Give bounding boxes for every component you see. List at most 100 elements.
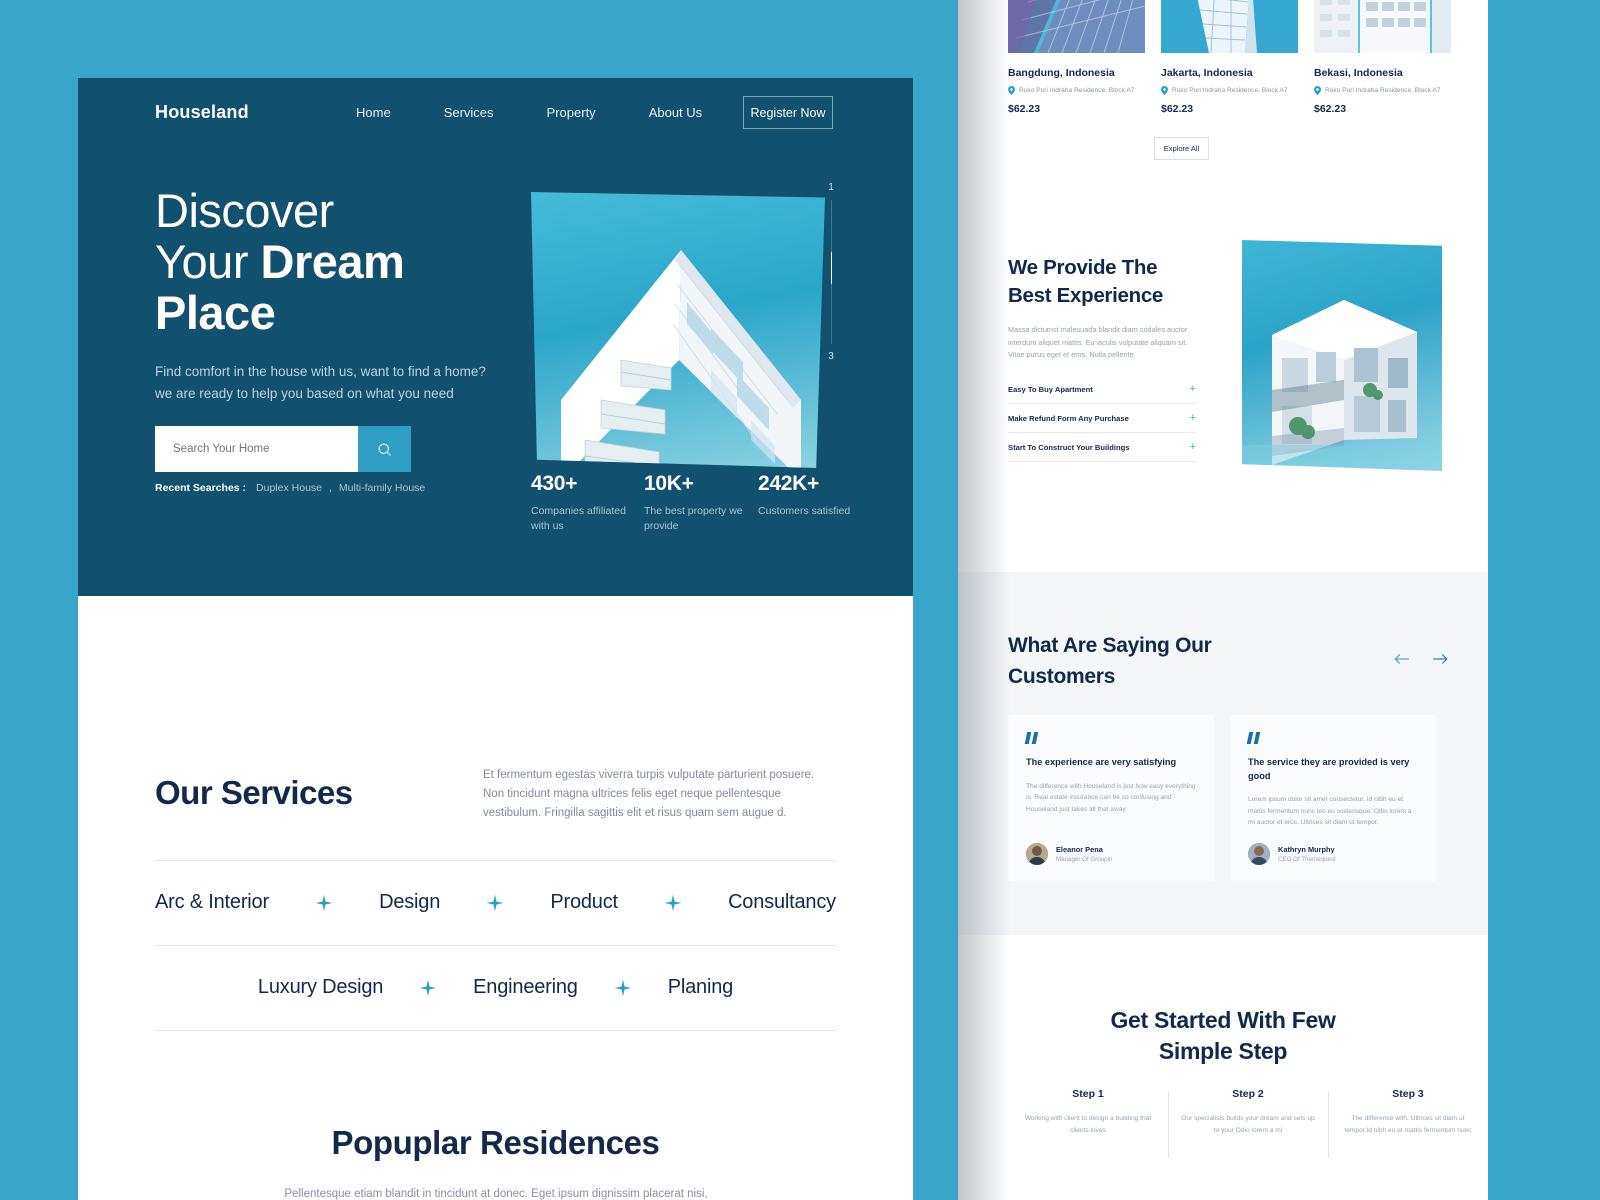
sparkle-icon	[664, 894, 682, 911]
slider-track[interactable]	[830, 200, 832, 344]
nav-link-property[interactable]: Property	[547, 105, 596, 120]
service-item-design[interactable]: Design	[379, 891, 440, 914]
hero-search-bar	[155, 426, 411, 472]
stat-label: The best property we provide	[644, 505, 743, 532]
testimonial-card: The service they are provided is very go…	[1230, 715, 1436, 881]
hero-title-line-2-light: Your	[155, 235, 261, 288]
arrow-left-icon[interactable]	[1393, 650, 1411, 668]
sparkle-icon	[315, 894, 333, 911]
hero-subtitle: Find comfort in the house with us, want …	[155, 364, 486, 401]
property-thumbnail	[1008, 0, 1145, 53]
hero-title-line-3: Place	[155, 286, 276, 339]
stat-item: 242K+ Customers satisfied	[758, 472, 871, 534]
nav-link-home[interactable]: Home	[356, 105, 391, 120]
plus-icon[interactable]: +	[1190, 383, 1196, 395]
property-card[interactable]: Bekasi, Indonesia Ruko Puri Indraha Resi…	[1314, 0, 1451, 115]
site-logo[interactable]: Houseland	[155, 102, 249, 123]
plus-icon[interactable]: +	[1190, 441, 1196, 453]
slider-total-count: 3	[828, 351, 834, 362]
recent-search-item-2[interactable]: Multi-family House	[339, 482, 425, 494]
location-pin-icon	[1314, 86, 1321, 95]
service-item-product[interactable]: Product	[550, 891, 618, 914]
recent-search-item-1[interactable]: Duplex House	[256, 482, 322, 494]
arrow-right-icon[interactable]	[1431, 650, 1449, 668]
step-item: Step 1 Working with client to design a b…	[1008, 1088, 1168, 1136]
step-description: Our specialists builds your dream and se…	[1181, 1115, 1315, 1134]
property-price: $62.23	[1161, 103, 1194, 115]
testimonials-carousel-controls	[1393, 650, 1449, 668]
quote-icon	[1246, 732, 1418, 744]
services-description: Et fermentum egestas viverra turpis vulp…	[483, 769, 815, 819]
service-item-consultancy[interactable]: Consultancy	[728, 891, 836, 914]
testimonials-title: What Are Saying Our Customers	[1008, 630, 1278, 692]
stat-value: 10K+	[644, 472, 694, 495]
plus-icon[interactable]: +	[1190, 412, 1196, 424]
service-item-luxury-design[interactable]: Luxury Design	[258, 976, 383, 999]
experience-building-image	[1242, 240, 1442, 471]
nav-link-about-us[interactable]: About Us	[649, 105, 702, 120]
property-cards-grid: Bangdung, Indonesia Ruko Puri Indraha Re…	[1008, 0, 1488, 115]
slider-current-index: 1	[828, 182, 834, 193]
property-address-row: Ruko Puri Indraha Residence, Block A7	[1161, 86, 1298, 95]
services-title: Our Services	[155, 774, 353, 811]
author-name: Kathryn Murphy	[1278, 845, 1335, 854]
property-price: $62.23	[1314, 103, 1347, 115]
get-started-steps: Step 1 Working with client to design a b…	[1008, 1088, 1488, 1158]
search-input[interactable]	[155, 426, 358, 472]
register-now-button[interactable]: Register Now	[743, 96, 833, 129]
step-description: The difference with. Ultrices sit diam u…	[1344, 1115, 1472, 1134]
location-pin-icon	[1161, 86, 1168, 95]
avatar-image	[1248, 843, 1270, 865]
page-canvas: Houseland Home Services Property About U…	[0, 0, 1600, 1200]
accordion-item-start-construct[interactable]: Start To Construct Your Buildings +	[1008, 433, 1196, 462]
testimonial-body: Lorem ipsum dolor sit amet consectetur. …	[1248, 796, 1412, 826]
search-icon	[378, 443, 391, 456]
author-role: Manager Of Groupin	[1056, 856, 1113, 863]
testimonial-card: The experience are very satisfying The d…	[1008, 715, 1214, 881]
service-item-engineering[interactable]: Engineering	[473, 976, 578, 999]
hero-title: Discover Your Dream Place	[155, 185, 405, 339]
author-role: CEO Of Themequest	[1278, 856, 1336, 863]
stat-value: 430+	[531, 472, 578, 495]
service-item-arc-interior[interactable]: Arc & Interior	[155, 891, 269, 914]
property-card[interactable]: Bangdung, Indonesia Ruko Puri Indraha Re…	[1008, 0, 1145, 115]
property-city: Jakarta, Indonesia	[1161, 67, 1253, 79]
right-page-panel: Bangdung, Indonesia Ruko Puri Indraha Re…	[958, 0, 1488, 1200]
popular-residences-description: Pellentesque etiam blandit in tincidunt …	[284, 1188, 708, 1200]
get-started-title-line-2: Simple Step	[1158, 1038, 1288, 1064]
property-city: Bangdung, Indonesia	[1008, 67, 1115, 79]
step-name: Step 2	[1232, 1088, 1264, 1100]
avatar	[1248, 843, 1270, 865]
quote-icon	[1024, 732, 1196, 744]
building-photo-3	[1314, 0, 1451, 53]
accordion-item-easy-to-buy[interactable]: Easy To Buy Apartment +	[1008, 375, 1196, 404]
testimonial-heading: The experience are very satisfying	[1026, 757, 1177, 767]
skyscraper-photo-1	[1008, 0, 1145, 53]
get-started-title-line-1: Get Started With Few	[1110, 1007, 1336, 1033]
service-item-planing[interactable]: Planing	[668, 976, 734, 999]
testimonial-heading: The service they are provided is very go…	[1248, 757, 1410, 781]
property-address: Ruko Puri Indraha Residence, Block A7	[1325, 87, 1441, 94]
property-address-row: Ruko Puri Indraha Residence, Block A7	[1314, 86, 1451, 95]
explore-all-button[interactable]: Explore All	[1154, 137, 1209, 160]
sparkle-icon	[419, 979, 437, 996]
left-page-panel: Houseland Home Services Property About U…	[78, 78, 913, 1200]
recent-searches-label: Recent Searches :	[155, 482, 247, 494]
property-card[interactable]: Jakarta, Indonesia Ruko Puri Indraha Res…	[1161, 0, 1298, 115]
testimonial-author-info: Kathryn Murphy CEO Of Themequest	[1278, 845, 1336, 863]
accordion-item-make-refund[interactable]: Make Refund Form Any Purchase +	[1008, 404, 1196, 433]
avatar	[1026, 843, 1048, 865]
location-pin-icon	[1008, 86, 1015, 95]
hero-title-line-2-bold: Dream	[260, 235, 405, 288]
testimonial-author: Kathryn Murphy CEO Of Themequest	[1248, 843, 1336, 865]
modern-apartment-illustration	[561, 250, 801, 468]
accordion-label: Easy To Buy Apartment	[1008, 384, 1093, 394]
hero-slider-indicator[interactable]: 1 3	[824, 182, 838, 362]
services-row-2: Luxury Design Engineering Planing	[155, 945, 836, 1030]
nav-link-services[interactable]: Services	[444, 105, 494, 120]
search-button[interactable]	[358, 426, 411, 472]
testimonial-cards: The experience are very satisfying The d…	[1008, 715, 1436, 881]
divider	[155, 1030, 836, 1031]
testimonial-author-info: Eleanor Pena Manager Of Groupin	[1056, 845, 1112, 863]
stat-value: 242K+	[758, 472, 819, 495]
